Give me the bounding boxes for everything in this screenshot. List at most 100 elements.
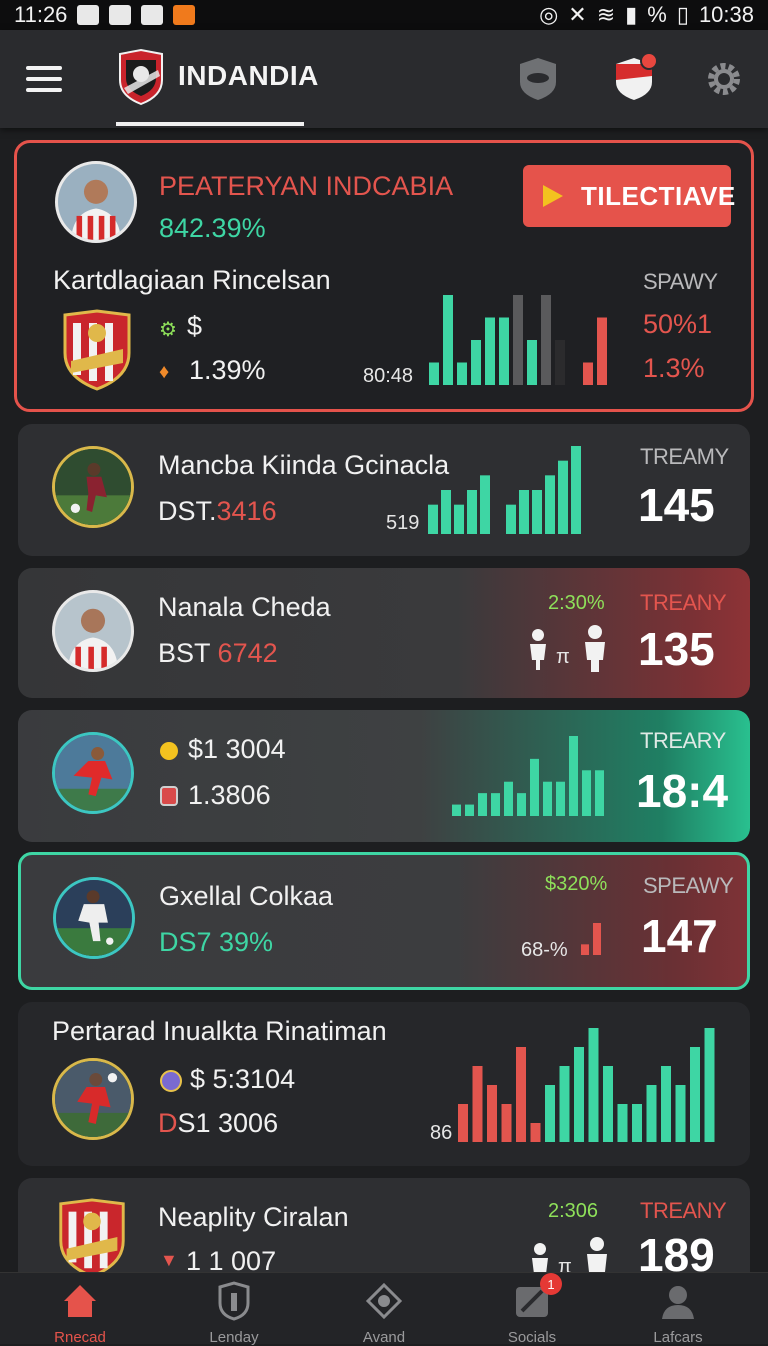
featured-stat-2: 1.39%	[189, 355, 266, 385]
player-card[interactable]: $1 3004 1.3806 TREARY 18:4	[18, 710, 750, 842]
socials-badge: 1	[540, 1273, 562, 1295]
bar	[467, 490, 477, 534]
app-notification-icon	[141, 5, 164, 25]
featured-bar-chart	[429, 293, 609, 385]
notification-badge	[640, 52, 658, 70]
bar	[443, 295, 453, 385]
player-stat-1: $1 3004	[188, 734, 286, 764]
player-score: 145	[638, 479, 715, 531]
home-icon	[60, 1281, 100, 1321]
code-value: 3416	[216, 496, 277, 526]
player-bar-chart	[428, 444, 606, 534]
status-bar: 11:26 ◎ ✕ ≋ ▮ % ▯ 10:38	[0, 0, 768, 30]
bar	[558, 460, 568, 534]
bar	[471, 340, 481, 385]
battery-percent: %	[647, 2, 667, 27]
team-crest-icon	[63, 309, 131, 391]
player-code: DS1 3006	[158, 1108, 278, 1139]
player-card[interactable]: Gxellal Colkaa DS7 39% $320% 68-% SPEAWY…	[18, 852, 750, 990]
bar	[516, 1047, 526, 1142]
bar	[690, 1047, 700, 1142]
player-avatar	[52, 732, 134, 814]
nav-item-league[interactable]: Lenday	[164, 1281, 304, 1346]
bar	[491, 793, 500, 816]
top-stat: $320%	[545, 873, 608, 895]
featured-title: PEATERYAN INDCABIA	[159, 171, 454, 201]
player-score: 147	[641, 910, 718, 962]
nav-item-home[interactable]: Rnecad	[10, 1281, 150, 1346]
nav-item-socials[interactable]: 1 Socials	[462, 1273, 602, 1346]
bar	[588, 1028, 599, 1142]
notification-icon	[77, 5, 100, 25]
bar	[530, 758, 539, 816]
player-card[interactable]: Nanala Cheda BST 6742 2:30% π TREANY 135	[18, 568, 750, 698]
active-tab-indicator	[116, 122, 304, 126]
top-stat: 2:30%	[548, 592, 605, 614]
top-stat: 2:306	[548, 1200, 599, 1222]
player-name: Neaplity Ciralan	[158, 1202, 349, 1232]
player-card[interactable]: Pertarad Inualkta Rinatiman $ 5:3104 DS1…	[18, 1002, 750, 1166]
player-chart-svg	[428, 446, 581, 534]
right-label: TREAMY	[640, 444, 729, 469]
player-card[interactable]: Neaplity Ciralan ▼ 1 1 007 2:306 π TREAN…	[18, 1178, 750, 1272]
player-code: BST 6742	[158, 638, 278, 669]
featured-cta-button[interactable]: TILECTIAVE	[523, 165, 735, 227]
player-code: DST.3416	[158, 496, 277, 527]
bar	[485, 317, 495, 385]
shield-icon	[214, 1281, 254, 1321]
bar	[458, 1104, 468, 1142]
bar	[499, 317, 509, 385]
bar	[555, 340, 565, 385]
featured-right-label: SPAWY	[643, 269, 718, 294]
bar	[593, 923, 601, 955]
bar	[506, 504, 516, 534]
award-icon	[364, 1281, 404, 1321]
bar	[559, 1066, 570, 1142]
bar	[545, 475, 555, 534]
bar	[504, 781, 513, 816]
gear-icon[interactable]	[702, 56, 746, 102]
player-avatar	[52, 446, 134, 528]
notifications-button[interactable]	[612, 52, 658, 102]
bar	[617, 1104, 628, 1142]
app-title: INDANDIA	[178, 60, 319, 91]
bar	[632, 1104, 642, 1142]
menu-icon[interactable]	[26, 66, 62, 92]
player-chart-svg	[452, 736, 604, 816]
player-stat-2: 1.3806	[188, 780, 271, 810]
bars-label: 519	[386, 512, 420, 534]
club-logo[interactable]	[116, 48, 166, 106]
code-prefix: DST.	[158, 496, 217, 526]
nav-item-award[interactable]: Avand	[314, 1281, 454, 1346]
bar	[574, 1047, 584, 1142]
bar	[480, 475, 490, 534]
nav-label: Socials	[507, 1329, 557, 1346]
player-stat-1: $ 5:3104	[190, 1064, 296, 1094]
shield-icon[interactable]	[516, 56, 560, 102]
featured-right-value-1: 50%1	[643, 309, 713, 339]
crest-small-icon	[160, 1070, 182, 1092]
card-icon	[160, 786, 178, 806]
player-chart-svg	[458, 1028, 715, 1142]
bar	[478, 793, 487, 816]
bars-label: 86	[430, 1122, 453, 1144]
bar	[465, 804, 474, 816]
code-prefix: D	[158, 1108, 178, 1138]
nav-label: Lafcars	[653, 1329, 703, 1346]
bar	[675, 1085, 686, 1142]
gear-green-icon: ⚙	[159, 319, 177, 341]
code-value: 6742	[217, 638, 278, 668]
featured-card[interactable]: PEATERYAN INDCABIA 842.39% TILECTIAVE Ka…	[14, 140, 754, 412]
code-value: S1 3006	[177, 1108, 279, 1138]
bar	[487, 1085, 497, 1142]
bar	[428, 504, 438, 534]
player-name: Nanala Cheda	[158, 592, 331, 622]
player-avatar	[53, 877, 135, 959]
player-card[interactable]: Mancba Kiinda Gcinacla DST.3416 519 TREA…	[18, 424, 750, 556]
bar	[441, 490, 451, 534]
player-code: DS7 39%	[159, 927, 274, 957]
bar	[541, 295, 551, 385]
nav-item-profile[interactable]: Lafcars	[608, 1281, 748, 1346]
player-stat-1: 1 1 007	[186, 1246, 277, 1272]
code-prefix: BST	[158, 638, 211, 668]
